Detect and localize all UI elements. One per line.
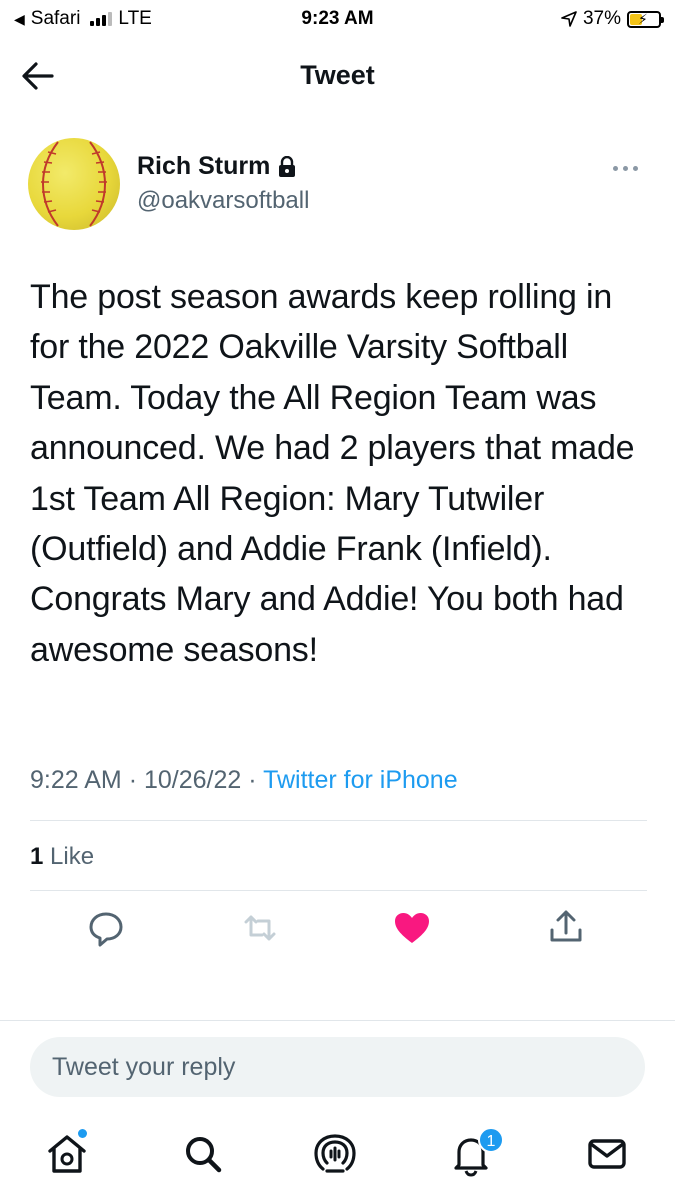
lock-icon <box>279 155 296 177</box>
avatar[interactable] <box>28 138 120 230</box>
heart-icon <box>395 913 429 943</box>
battery-percent: 37% <box>582 8 621 29</box>
divider <box>0 1020 675 1021</box>
softball-icon <box>41 141 107 227</box>
divider <box>30 890 647 891</box>
meta-separator: · <box>248 766 257 794</box>
tweet-time: 9:22 AM <box>30 766 122 794</box>
battery-icon: ⚡ <box>627 10 664 28</box>
retweet-icon <box>244 915 276 941</box>
page-title: Tweet <box>300 60 375 90</box>
meta-separator: · <box>128 766 138 794</box>
tab-home[interactable] <box>44 1129 90 1177</box>
status-bar: ◀ Safari LTE 9:23 AM 37% ⚡ <box>0 0 675 38</box>
author-name[interactable]: Rich Sturm <box>137 152 296 181</box>
more-dot <box>613 165 618 171</box>
share-icon <box>550 910 582 942</box>
divider <box>30 820 647 821</box>
tweet-actions <box>0 906 675 956</box>
tab-messages[interactable] <box>584 1131 630 1177</box>
notifications-badge: 1 <box>478 1127 504 1153</box>
mail-icon <box>588 1139 626 1169</box>
tweet-source-link[interactable]: Twitter for iPhone <box>263 766 458 794</box>
tweet-date: 10/26/22 <box>143 766 242 794</box>
reply-input[interactable]: Tweet your reply <box>30 1037 645 1097</box>
likes-stat[interactable]: 1 Like <box>30 843 94 871</box>
share-button[interactable] <box>544 906 588 950</box>
spaces-icon <box>314 1134 356 1173</box>
likes-label: Like <box>50 843 95 870</box>
tab-search[interactable] <box>180 1131 226 1177</box>
reply-button[interactable] <box>84 906 128 950</box>
tab-spaces[interactable] <box>312 1131 358 1177</box>
author-handle[interactable]: @oakvarsoftball <box>137 187 309 215</box>
search-icon <box>186 1137 222 1173</box>
retweet-button[interactable] <box>238 906 282 950</box>
tweet-meta: 9:22 AM · 10/26/22 · Twitter for iPhone <box>30 766 458 795</box>
header: Tweet <box>0 44 675 110</box>
reply-placeholder: Tweet your reply <box>52 1052 236 1081</box>
location-icon <box>561 11 577 27</box>
more-dot <box>623 165 628 171</box>
more-dot <box>633 165 638 171</box>
bottom-tab-bar: 1 <box>0 1125 675 1185</box>
like-button[interactable] <box>390 906 434 950</box>
likes-count: 1 <box>30 843 44 870</box>
status-bar-right: 37% ⚡ <box>561 8 664 30</box>
more-options-button[interactable] <box>613 160 645 176</box>
tab-notifications[interactable]: 1 <box>448 1127 504 1177</box>
author-name-label: Rich Sturm <box>137 152 271 180</box>
tweet-text: The post season awards keep rolling in f… <box>30 278 635 669</box>
new-content-dot <box>78 1129 87 1138</box>
reply-icon <box>89 912 123 947</box>
